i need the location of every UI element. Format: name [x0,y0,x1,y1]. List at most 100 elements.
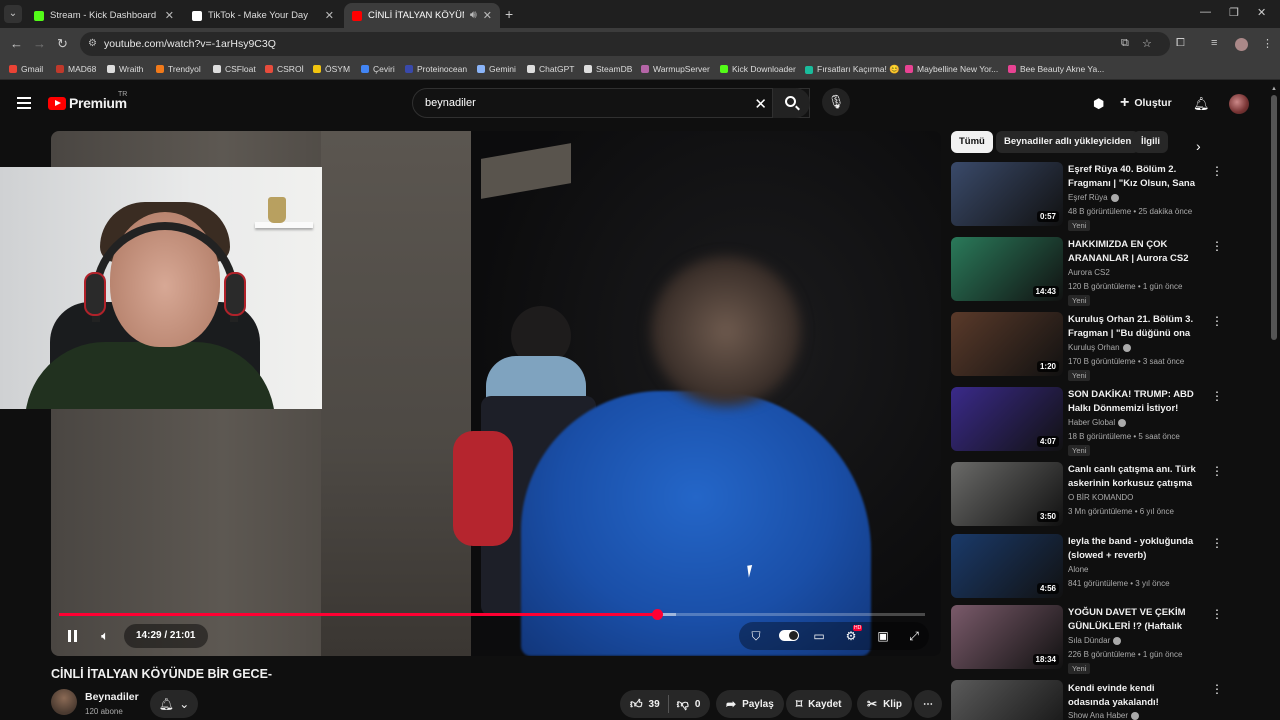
bookmark-star-icon[interactable]: ☆ [1142,37,1152,50]
more-vertical-icon[interactable]: ⋮ [1211,239,1223,253]
account-avatar[interactable] [1229,94,1249,114]
new-tab-button[interactable]: + [505,6,513,22]
recommended-title[interactable]: YOĞUN DAVET VE ÇEKİM GÜNLÜKLERİ !? (Haft… [1068,606,1198,634]
channel-name[interactable]: Beynadiler [85,691,139,703]
video-thumbnail[interactable]: 4:56 [951,534,1063,598]
recommended-channel[interactable]: Eşref Rüya [1068,193,1119,202]
close-tab-icon[interactable]: ✕ [325,9,334,22]
recommended-channel[interactable]: Sıla Dündar [1068,636,1122,645]
share-button[interactable]: ➦ Paylaş [716,690,784,718]
site-info-icon[interactable]: ⚙ [88,38,97,49]
restore-icon[interactable]: ❐ [1229,6,1239,19]
omnibox[interactable]: ⚙ youtube.com/watch?v=-1arHsy9C3Q [80,32,1170,56]
forward-icon[interactable]: → [33,36,46,51]
more-vertical-icon[interactable]: ⋮ [1211,314,1223,328]
bookmark-item[interactable]: MAD68 [56,64,96,74]
install-app-icon[interactable]: ⧉ [1121,37,1129,50]
close-tab-icon[interactable]: ✕ [165,9,174,22]
pause-button[interactable] [64,626,80,646]
more-vertical-icon[interactable]: ⋮ [1211,536,1223,550]
bookmark-item[interactable]: Bee Beauty Akne Ya... [1008,64,1104,74]
channel-avatar[interactable] [51,689,77,715]
extensions-icon[interactable]: ⧠ [1176,37,1185,50]
dislike-count[interactable]: 0 [695,699,701,710]
scroll-up-icon[interactable]: ▲ [1271,86,1277,92]
bookmark-item[interactable]: Fırsatları Kaçırma! 😊 [805,64,900,75]
theater-mode-icon[interactable]: ▣ [874,628,892,644]
recommended-title[interactable]: Kuruluş Orhan 21. Bölüm 3. Fragman | "Bu… [1068,313,1198,341]
bookmark-item[interactable]: Kick Downloader [720,64,796,74]
recommended-channel[interactable]: Haber Global [1068,418,1127,427]
bookmark-item[interactable]: Maybelline New Yor... [905,64,998,74]
clear-search-icon[interactable]: ✕ [754,95,767,113]
recommended-video[interactable]: 4:56 leyla the band - yokluğunda (slowed… [951,534,1226,604]
bookmark-item[interactable]: CSROİ [265,64,304,74]
media-control-icon[interactable]: ≡ [1211,37,1217,49]
close-window-icon[interactable]: ✕ [1257,6,1266,19]
video-thumbnail[interactable]: 18:34 [951,605,1063,669]
page-scrollbar[interactable] [1271,95,1277,340]
bookmark-item[interactable]: Trendyol [156,64,201,74]
bookmark-item[interactable]: ChatGPT [527,64,574,74]
minimize-icon[interactable]: — [1200,6,1211,18]
recommended-title[interactable]: Canlı canlı çatışma anı. Türk askerinin … [1068,463,1198,491]
profile-avatar[interactable] [1235,38,1248,51]
recommended-video[interactable]: 18:34 YOĞUN DAVET VE ÇEKİM GÜNLÜKLERİ !?… [951,605,1226,675]
url-text[interactable]: youtube.com/watch?v=-1arHsy9C3Q [104,38,276,50]
recommended-video[interactable]: 3:50 Canlı canlı çatışma anı. Türk asker… [951,462,1226,532]
like-count[interactable]: 39 [649,699,660,710]
tab-youtube-video[interactable]: CİNLİ İTALYAN KÖYÜNDE BİR 🔊︎ ✕ [344,3,500,28]
notifications-bell-icon[interactable]: 🔔︎ [1193,96,1210,112]
search-button[interactable] [772,88,810,118]
like-icon[interactable]: 👍︎ [630,697,643,712]
more-vertical-icon[interactable]: ⋮ [1211,607,1223,621]
search-query[interactable]: beynadiler [425,97,476,109]
subtitles-icon[interactable]: ▭ [810,628,828,644]
video-thumbnail[interactable]: 3:50 [951,462,1063,526]
bookmark-item[interactable]: Wraith [107,64,143,74]
recommended-title[interactable]: HAKKIMIZDA EN ÇOK ARANANLAR | Aurora CS2 [1068,238,1198,265]
recommended-title[interactable]: SON DAKİKA! TRUMP: ABD Halkı Dönmemizi İ… [1068,388,1198,415]
tab-search-button[interactable]: ⌄ [4,5,22,23]
recommended-video[interactable]: 4:07 SON DAKİKA! TRUMP: ABD Halkı Dönmem… [951,387,1226,457]
recommended-video[interactable]: 0:57 Eşref Rüya 40. Bölüm 2. Fragmanı | … [951,162,1226,232]
tab-kick-dashboard[interactable]: Stream - Kick Dashboard ✕ [26,3,182,28]
more-vertical-icon[interactable]: ⋮ [1211,164,1223,178]
video-thumbnail[interactable]: 1:20 [951,312,1063,376]
more-actions-button[interactable]: ⋯ [914,690,942,718]
chip-from-uploader[interactable]: Beynadiler adlı yükleyiciden [996,131,1140,153]
video-thumbnail[interactable]: 14:43 [951,237,1063,301]
volume-icon[interactable]: 🔈︎ [95,626,115,646]
recommended-video[interactable]: 1:20 Kuruluş Orhan 21. Bölüm 3. Fragman … [951,312,1226,382]
progress-bar[interactable] [59,609,925,620]
more-vertical-icon[interactable]: ⋮ [1211,464,1223,478]
tab-tiktok[interactable]: TikTok - Make Your Day ✕ [184,3,342,28]
bookmark-item[interactable]: Çeviri [361,64,395,74]
speaker-icon[interactable]: 🔊︎ [470,9,477,22]
chevron-right-icon[interactable]: › [1196,138,1201,154]
recommended-video[interactable]: 14:43 HAKKIMIZDA EN ÇOK ARANANLAR | Auro… [951,237,1226,307]
bookmark-item[interactable]: WarmupServer [641,64,710,74]
recommended-title[interactable]: Kendi evinde kendi odasında yakalandı! [1068,682,1198,709]
video-thumbnail[interactable]: 0:57 [951,162,1063,226]
recommended-channel[interactable]: O BİR KOMANDO [1068,493,1133,502]
clip-button[interactable]: ✂ Klip [857,690,912,718]
recommended-video[interactable]: Kendi evinde kendi odasında yakalandı! S… [951,680,1226,720]
chip-related[interactable]: İlgili [1133,131,1168,153]
recommended-channel[interactable]: Show Ana Haber [1068,711,1140,720]
recommended-channel[interactable]: Alone [1068,565,1088,574]
recommended-title[interactable]: Eşref Rüya 40. Bölüm 2. Fragmanı | "Kız … [1068,163,1198,191]
bookmark-item[interactable]: Gemini [477,64,516,74]
youtube-premium-logo[interactable]: Premium TR [48,91,127,111]
bookmark-item[interactable]: CSFloat [213,64,256,74]
bookmark-item[interactable]: ÖSYM [313,64,350,74]
search-input[interactable]: beynadiler ✕ [412,88,810,118]
bookmark-item[interactable]: Proteinocean [405,64,467,74]
more-vertical-icon[interactable]: ⋮ [1211,682,1223,696]
sponsor-shield-icon[interactable]: ⛉ [747,628,765,644]
close-tab-icon[interactable]: ✕ [483,9,492,22]
scrubber-handle[interactable] [651,609,663,620]
browser-menu-icon[interactable]: ⋮ [1262,37,1273,50]
fullscreen-icon[interactable]: ⤢ [905,628,923,644]
subscription-bell-button[interactable]: 🔔︎ ⌄ [150,690,198,718]
